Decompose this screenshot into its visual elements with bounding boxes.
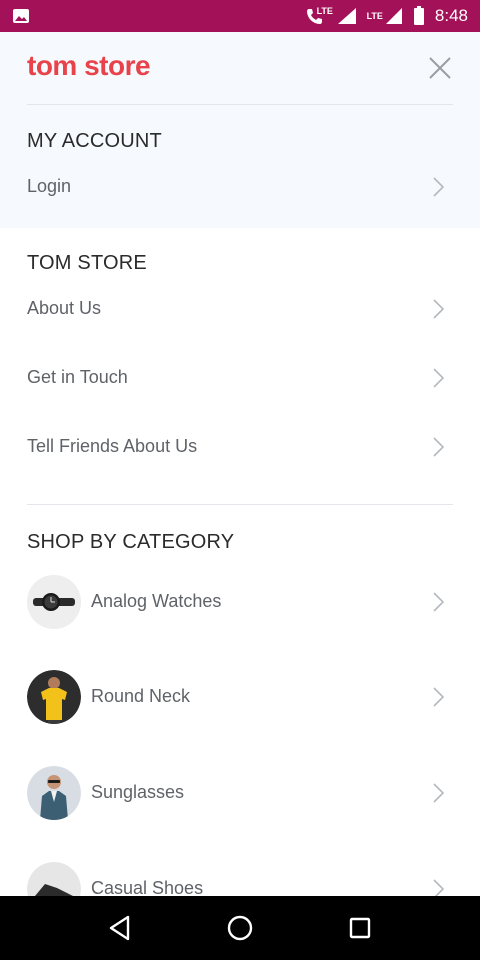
menu-item-about-us[interactable]: About Us: [0, 288, 480, 330]
brand-logo[interactable]: tom store: [27, 50, 151, 82]
system-nav-bar: [0, 896, 480, 960]
category-item-sunglasses[interactable]: Sunglasses: [0, 763, 480, 823]
category-item-analog-watches[interactable]: Analog Watches: [0, 572, 480, 632]
section-title-categories: SHOP BY CATEGORY: [27, 531, 235, 553]
sunglasses-thumbnail: [27, 766, 81, 820]
menu-item-label: Get in Touch: [27, 367, 128, 387]
chevron-right-icon: [430, 175, 446, 199]
category-label: Sunglasses: [91, 782, 185, 802]
tshirt-thumbnail: [27, 670, 81, 724]
lte-signal-icon: LTE: [367, 7, 403, 25]
volte-call-icon: LTE: [305, 6, 333, 26]
recents-icon: [349, 917, 371, 939]
status-bar: LTE LTE 8:48: [0, 0, 480, 32]
menu-item-label: About Us: [27, 298, 102, 318]
chevron-right-icon: [430, 590, 446, 614]
category-label: Analog Watches: [91, 591, 222, 611]
home-icon: [227, 915, 253, 941]
status-left: [12, 7, 30, 25]
category-item-casual-shoes[interactable]: Casual Shoes: [0, 859, 480, 896]
image-icon: [12, 7, 30, 25]
chevron-right-icon: [430, 877, 446, 896]
chevron-right-icon: [430, 435, 446, 459]
drawer-header: tom store: [0, 32, 480, 104]
category-label: Casual Shoes: [91, 878, 204, 896]
signal-icon: [337, 7, 357, 25]
shoes-thumbnail: [27, 862, 81, 896]
home-button[interactable]: [216, 904, 264, 952]
menu-item-login[interactable]: Login: [0, 166, 480, 208]
chevron-right-icon: [430, 781, 446, 805]
watch-thumbnail: [27, 575, 81, 629]
clock: 8:48: [434, 6, 468, 25]
back-button[interactable]: [96, 904, 144, 952]
category-label: Round Neck: [91, 686, 191, 706]
chevron-right-icon: [430, 366, 446, 390]
category-item-round-neck[interactable]: Round Neck: [0, 667, 480, 727]
battery-icon: [413, 6, 425, 26]
divider: [27, 104, 453, 105]
recents-button[interactable]: [336, 904, 384, 952]
menu-item-tell-friends[interactable]: Tell Friends About Us: [0, 426, 480, 468]
back-icon: [109, 915, 130, 941]
lte-label: LTE: [316, 6, 333, 16]
section-title-account: MY ACCOUNT: [27, 130, 162, 152]
menu-item-label: Login: [27, 176, 72, 196]
divider: [27, 504, 453, 505]
menu-item-get-in-touch[interactable]: Get in Touch: [0, 357, 480, 399]
chevron-right-icon: [430, 685, 446, 709]
close-button[interactable]: [424, 52, 456, 84]
lte-label: LTE: [366, 10, 383, 21]
section-title-store: TOM STORE: [27, 252, 147, 274]
menu-item-label: Tell Friends About Us: [27, 436, 198, 456]
status-right: LTE LTE 8:48: [305, 6, 468, 26]
close-icon: [429, 57, 451, 79]
account-section: MY ACCOUNT Login: [0, 104, 480, 228]
chevron-right-icon: [430, 297, 446, 321]
